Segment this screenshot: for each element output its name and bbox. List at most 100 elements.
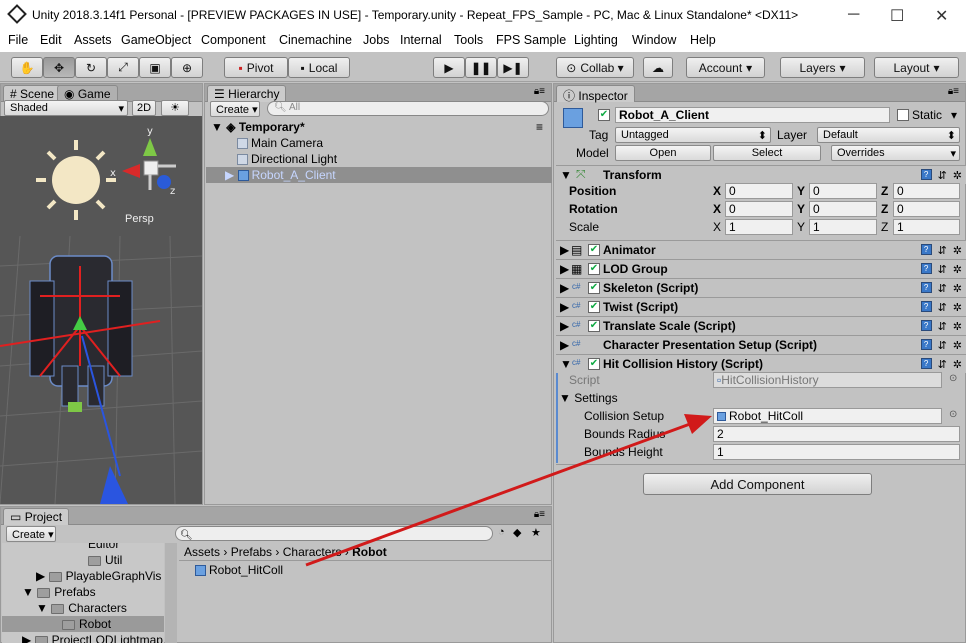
preset-icon[interactable]: ⇵ <box>938 244 947 257</box>
scene-menu-icon[interactable]: ≡ <box>536 120 543 134</box>
bounds-height-field[interactable]: 1 <box>713 444 960 460</box>
layer-dropdown[interactable]: Default ⬍ <box>817 127 960 143</box>
preset-icon[interactable]: ⇵ <box>938 282 947 295</box>
cloud-button[interactable]: ☁ <box>643 57 673 78</box>
animator-enabled-checkbox[interactable]: ✔ <box>588 244 600 256</box>
gear-icon[interactable]: ✲ <box>953 169 962 182</box>
move-tool-button[interactable]: ✥ <box>43 57 75 78</box>
help-icon[interactable]: ? <box>920 301 932 312</box>
lock-icon[interactable]: 🔒︎≡ <box>948 86 959 97</box>
close-button[interactable]: ✕ <box>935 6 948 26</box>
menu-tools[interactable]: Tools <box>454 33 483 47</box>
gear-icon[interactable]: ✲ <box>953 244 962 257</box>
rotation-y-field[interactable]: 0 <box>809 201 877 217</box>
help-icon[interactable]: ? <box>920 282 932 293</box>
menu-help[interactable]: Help <box>690 33 716 47</box>
bounds-radius-field[interactable]: 2 <box>713 426 960 442</box>
hierarchy-item-robot-a-client[interactable]: ▶ Robot_A_Client <box>225 168 336 182</box>
scale-x-field[interactable]: 1 <box>725 219 793 235</box>
breadcrumb-characters[interactable]: Characters <box>283 545 342 559</box>
shading-dropdown[interactable]: Shaded ▾ <box>4 100 128 116</box>
lod-enabled-checkbox[interactable]: ✔ <box>588 263 600 275</box>
menu-cinemachine[interactable]: Cinemachine <box>279 33 352 47</box>
skeleton-enabled-checkbox[interactable]: ✔ <box>588 282 600 294</box>
menu-file[interactable]: File <box>8 33 28 47</box>
position-y-field[interactable]: 0 <box>809 183 877 199</box>
position-x-field[interactable]: 0 <box>725 183 793 199</box>
active-checkbox[interactable]: ✔ <box>598 109 610 121</box>
position-z-field[interactable]: 0 <box>893 183 960 199</box>
animator-header[interactable]: ▶ ▤ ✔ Animator ? ⇵ ✲ <box>556 240 966 259</box>
transform-header[interactable]: ▼ ⤧ Transform ? ⇵ ✲ <box>556 165 966 184</box>
skeleton-header[interactable]: ▶ c# ✔ Skeleton (Script) ? ⇵ ✲ <box>556 278 966 297</box>
breadcrumb-prefabs[interactable]: Prefabs <box>231 545 272 559</box>
light-toggle[interactable]: ☀ <box>161 100 189 116</box>
folder-playablegraphvis[interactable]: ▶ PlayableGraphVis <box>36 569 161 583</box>
static-dropdown-icon[interactable]: ▾ <box>951 108 957 122</box>
hierarchy-item-directional-light[interactable]: Directional Light <box>237 152 337 166</box>
account-dropdown[interactable]: Account ▾ <box>686 57 765 78</box>
2d-toggle[interactable]: 2D <box>132 100 156 116</box>
preset-icon[interactable]: ⇵ <box>938 263 947 276</box>
folder-util[interactable]: Util <box>88 553 122 567</box>
project-search-input[interactable]: 🔍︎ <box>175 526 493 541</box>
folder-robot[interactable]: Robot <box>62 617 111 631</box>
layout-dropdown[interactable]: Layout ▾ <box>874 57 959 78</box>
overrides-dropdown[interactable]: Overrides ▾ <box>831 145 960 161</box>
menu-assets[interactable]: Assets <box>74 33 112 47</box>
hand-tool-button[interactable]: ✋ <box>11 57 43 78</box>
local-toggle[interactable]: ▪ Local <box>288 57 350 78</box>
gear-icon[interactable]: ✲ <box>953 263 962 276</box>
scale-z-field[interactable]: 1 <box>893 219 960 235</box>
persp-label[interactable]: Persp <box>125 213 154 225</box>
preset-icon[interactable]: ⇵ <box>938 358 947 371</box>
scale-tool-button[interactable]: ⤢ <box>107 57 139 78</box>
tag-dropdown[interactable]: Untagged ⬍ <box>615 127 771 143</box>
help-icon[interactable]: ? <box>920 358 932 369</box>
hierarchy-search-input[interactable]: 🔍︎ All <box>267 101 549 116</box>
hierarchy-create-dropdown[interactable]: Create ▾ <box>210 101 260 117</box>
rotation-z-field[interactable]: 0 <box>893 201 960 217</box>
static-checkbox[interactable] <box>897 109 909 121</box>
menu-lighting[interactable]: Lighting <box>574 33 618 47</box>
folder-editor[interactable]: Editor <box>88 543 119 551</box>
translate-scale-header[interactable]: ▶ c# ✔ Translate Scale (Script) ? ⇵ ✲ <box>556 316 966 335</box>
gear-icon[interactable]: ✲ <box>953 301 962 314</box>
menu-gameobject[interactable]: GameObject <box>121 33 191 47</box>
favorite-icon[interactable]: ★ <box>531 526 541 539</box>
tab-hierarchy[interactable]: ☰ Hierarchy <box>207 85 287 102</box>
preset-icon[interactable]: ⇵ <box>938 320 947 333</box>
maximize-button[interactable]: ☐ <box>890 6 904 26</box>
asset-robot-hitcoll[interactable]: Robot_HitColl <box>195 563 283 577</box>
transform-tool-button[interactable]: ⊕ <box>171 57 203 78</box>
scene-root[interactable]: ▼ ◈ Temporary* <box>211 120 305 134</box>
pause-button[interactable]: ❚❚ <box>465 57 497 78</box>
gear-icon[interactable]: ✲ <box>953 339 962 352</box>
breadcrumb-assets[interactable]: Assets <box>184 545 220 559</box>
menu-internal[interactable]: Internal <box>400 33 442 47</box>
step-button[interactable]: ▶❚ <box>497 57 529 78</box>
gear-icon[interactable]: ✲ <box>953 282 962 295</box>
lod-group-header[interactable]: ▶ ▦ ✔ LOD Group ? ⇵ ✲ <box>556 259 966 278</box>
select-button[interactable]: Select <box>713 145 821 161</box>
translate-scale-enabled-checkbox[interactable]: ✔ <box>588 320 600 332</box>
preset-icon[interactable]: ⇵ <box>938 339 947 352</box>
layers-dropdown[interactable]: Layers ▾ <box>780 57 865 78</box>
scene-viewport[interactable]: y x z Persp <box>0 116 202 504</box>
orientation-gizmo[interactable] <box>122 138 176 190</box>
help-icon[interactable]: ? <box>920 169 932 180</box>
lock-icon[interactable]: 🔒︎≡ <box>534 86 545 97</box>
tree-scrollbar[interactable] <box>165 543 177 643</box>
menu-fps-sample[interactable]: FPS Sample <box>496 33 566 47</box>
filter-label-icon[interactable]: ◆ <box>513 526 521 539</box>
gear-icon[interactable]: ✲ <box>953 358 962 371</box>
pivot-toggle[interactable]: ▪ Pivot <box>224 57 288 78</box>
twist-header[interactable]: ▶ c# ✔ Twist (Script) ? ⇵ ✲ <box>556 297 966 316</box>
preset-icon[interactable]: ⇵ <box>938 301 947 314</box>
character-presentation-header[interactable]: ▶ c# Character Presentation Setup (Scrip… <box>556 335 966 354</box>
hit-collision-history-header[interactable]: ▼ c# ✔ Hit Collision History (Script) ? ⇵… <box>556 354 966 373</box>
add-component-button[interactable]: Add Component <box>643 473 872 495</box>
menu-edit[interactable]: Edit <box>40 33 62 47</box>
hierarchy-item-main-camera[interactable]: Main Camera <box>237 136 323 150</box>
folder-prefabs[interactable]: ▼ Prefabs <box>22 585 96 599</box>
